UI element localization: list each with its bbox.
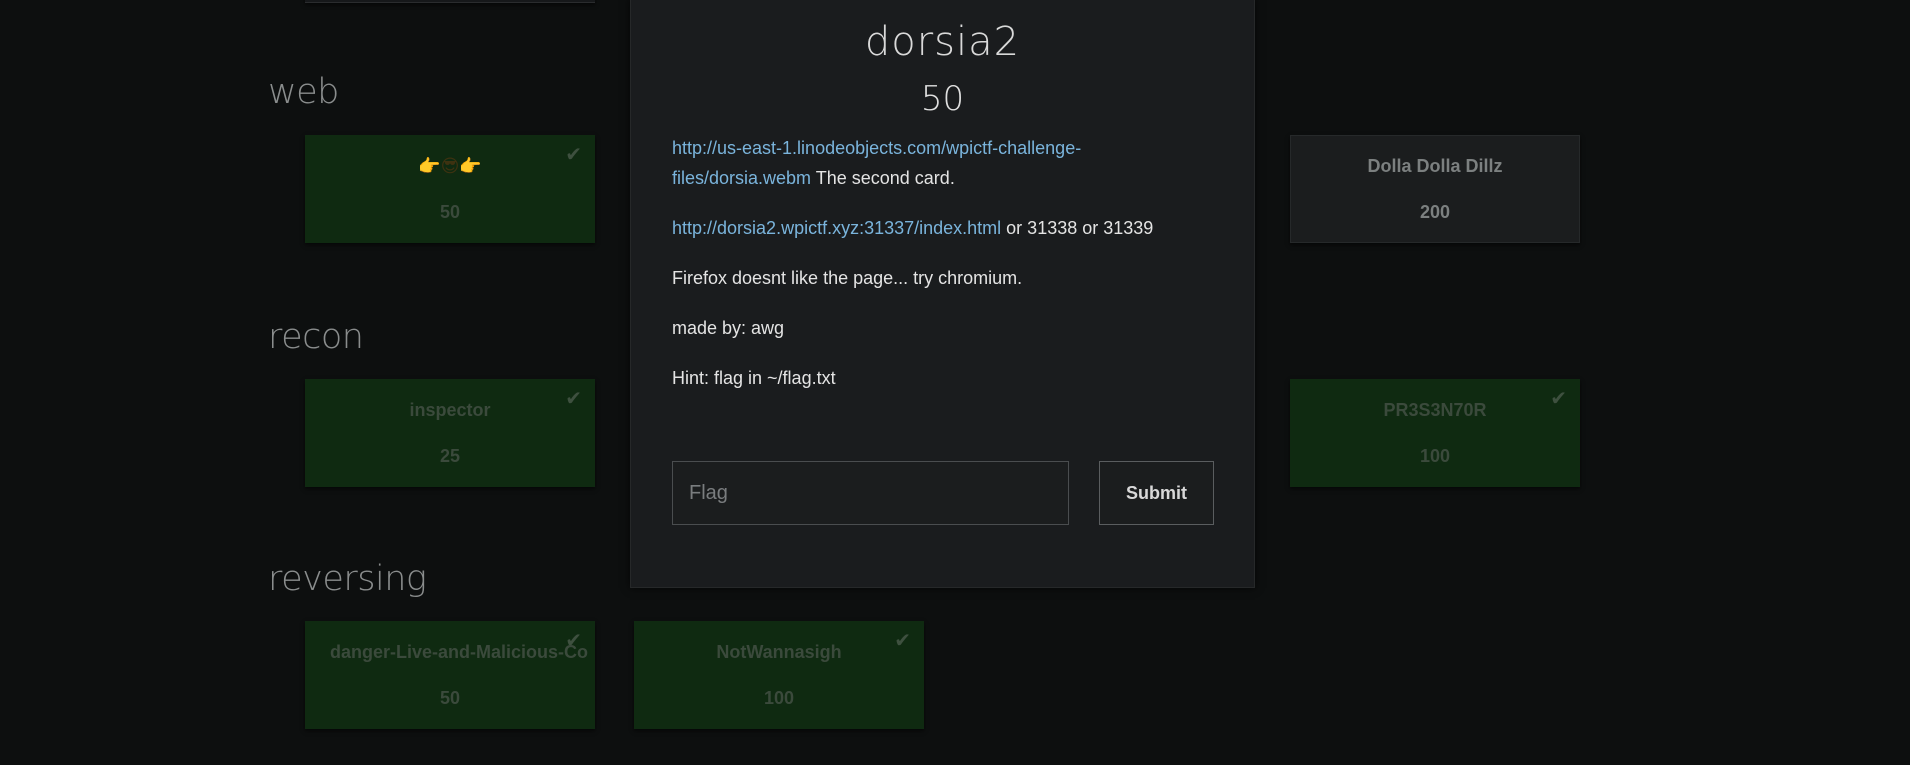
author-credit: made by: awg [672, 318, 785, 338]
challenge-name: inspector [409, 400, 491, 420]
category-title-recon: recon [268, 317, 364, 357]
challenge-value: 100 [763, 688, 795, 708]
challenge-value: 100 [1419, 446, 1451, 466]
challenge-value: 25 [439, 446, 461, 466]
challenge-name: Dolla Dolla Dillz [1367, 156, 1503, 176]
challenge-card[interactable]: ✔ inspector 25 [305, 379, 595, 487]
challenge-card[interactable]: ✔ danger-Live-and-Malicious-Co 50 [305, 621, 595, 729]
challenge-name: NotWannasigh [716, 642, 842, 662]
challenge-card[interactable]: Dolla Dolla Dillz 200 [1290, 135, 1580, 243]
submit-button[interactable]: Submit [1099, 461, 1214, 525]
challenge-name: 👉😎👉 [418, 156, 482, 177]
modal-title: dorsia2 [864, 19, 1021, 65]
category-title-reversing: reversing [268, 559, 427, 599]
challenge-name: PR3S3N70R [1383, 400, 1487, 420]
challenge-value: 50 [439, 688, 461, 708]
challenge-card[interactable]: ✔ NotWannasigh 100 [634, 621, 924, 729]
browser-note: Firefox doesnt like the page... try chro… [672, 268, 1023, 288]
partial-card-top[interactable] [305, 0, 595, 3]
link2-suffix: or 31338 or 31339 [1001, 218, 1154, 238]
challenge-modal: dorsia2 50 http://us-east-1.linodeobject… [630, 0, 1255, 588]
challenge-description: http://us-east-1.linodeobjects.com/wpict… [672, 133, 1192, 413]
challenge-card[interactable]: ✔ PR3S3N70R 100 [1290, 379, 1580, 487]
challenge-value: 50 [439, 202, 461, 222]
hint-text: Hint: flag in ~/flag.txt [672, 368, 836, 388]
description-paragraph: http://dorsia2.wpictf.xyz:31337/index.ht… [672, 213, 1192, 243]
challenge-url-link[interactable]: http://dorsia2.wpictf.xyz:31337/index.ht… [672, 218, 1001, 238]
challenge-card[interactable]: ✔ 👉😎👉 50 [305, 135, 595, 243]
link1-suffix: The second card. [811, 168, 955, 188]
category-title-web: web [268, 72, 339, 112]
modal-value: 50 [920, 79, 965, 119]
flag-input[interactable] [672, 461, 1069, 525]
challenge-name: danger-Live-and-Malicious-Co [330, 642, 589, 662]
challenge-value: 200 [1419, 202, 1451, 222]
description-paragraph: http://us-east-1.linodeobjects.com/wpict… [672, 133, 1192, 193]
